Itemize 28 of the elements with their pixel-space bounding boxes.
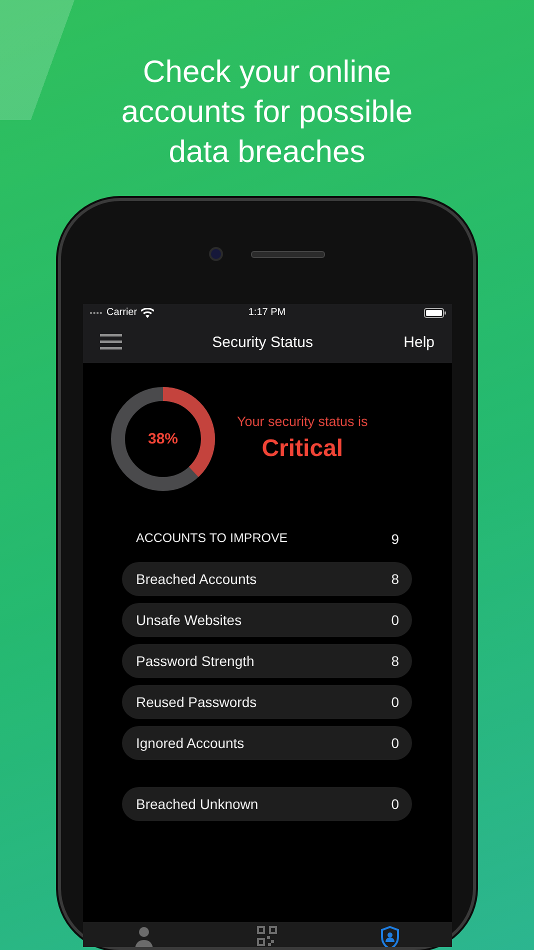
wifi-icon xyxy=(141,308,154,318)
help-button[interactable]: Help xyxy=(404,334,434,351)
screen-title: Security Status xyxy=(212,334,314,351)
summary-count: 9 xyxy=(391,530,399,547)
percentage-reading: 38% xyxy=(148,430,178,448)
headline: Check your online accounts for possible data breaches xyxy=(120,53,414,171)
shield-icon xyxy=(380,926,400,947)
category-row[interactable]: Ignored Accounts 0 xyxy=(122,726,412,760)
camera-lens xyxy=(209,247,223,262)
category-row[interactable]: Breached Unknown 0 xyxy=(122,786,412,821)
category-row[interactable]: Unsafe Websites 0 xyxy=(122,602,412,637)
tab-button[interactable] xyxy=(380,926,400,947)
status-caption: Your security status is xyxy=(237,414,368,430)
clock-time: 1:17 PM xyxy=(248,307,286,318)
signal-icon xyxy=(88,310,102,315)
qr-code-icon xyxy=(257,926,277,947)
summary-label: ACCOUNTS TO IMPROVE xyxy=(136,530,288,547)
battery-icon xyxy=(424,308,446,318)
tab-button[interactable] xyxy=(134,926,154,947)
carrier-label: Carrier xyxy=(106,307,138,318)
tab-button[interactable] xyxy=(257,926,277,947)
category-row[interactable]: Reused Passwords 0 xyxy=(122,684,412,719)
person-icon xyxy=(134,926,154,947)
status-value: Critical xyxy=(262,435,344,464)
category-row[interactable]: Breached Accounts 8 xyxy=(122,562,412,596)
category-row[interactable]: Password Strength 8 xyxy=(122,644,412,678)
menu-icon xyxy=(100,334,122,350)
menu-button[interactable] xyxy=(100,334,122,350)
